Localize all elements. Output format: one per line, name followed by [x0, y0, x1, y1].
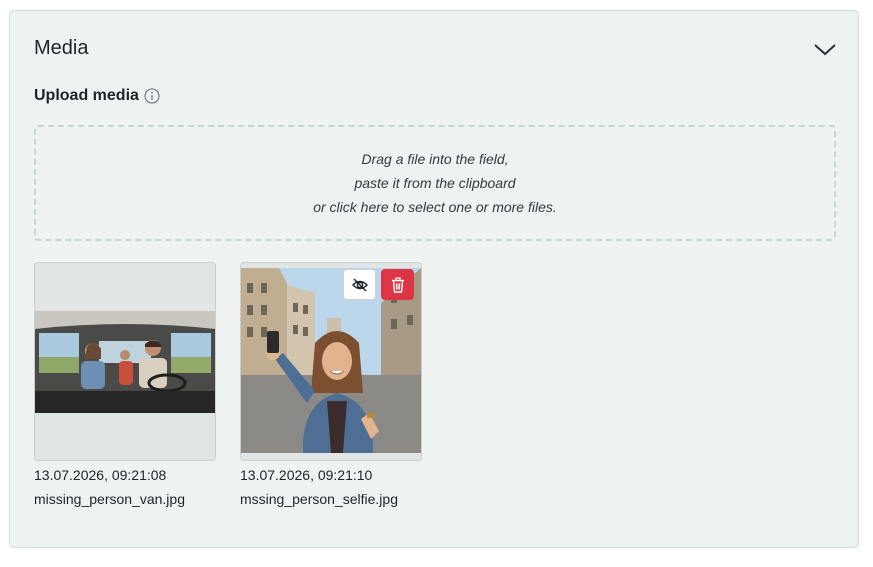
- van-photo-image: [35, 263, 215, 460]
- upload-media-label: Upload media: [34, 87, 160, 105]
- media-filename: missing_person_van.jpg: [34, 491, 185, 507]
- eye-slash-icon: [351, 277, 368, 292]
- media-date: 13.07.2026, 09:21:10: [240, 467, 373, 483]
- section-title: Media: [34, 37, 89, 59]
- media-thumbnail-van[interactable]: [34, 262, 216, 461]
- upload-media-label-text: Upload media: [34, 87, 139, 104]
- chevron-down-icon: [814, 44, 836, 56]
- dropzone-line-2: paste it from the clipboard: [354, 175, 516, 191]
- media-panel: Media Upload media Drag a file into the …: [9, 10, 859, 548]
- collapse-button[interactable]: [812, 39, 838, 59]
- hide-button[interactable]: [343, 269, 376, 300]
- media-filename: mssing_person_selfie.jpg: [240, 491, 398, 507]
- info-icon[interactable]: [144, 88, 160, 104]
- trash-icon: [391, 276, 404, 293]
- file-dropzone[interactable]: Drag a file into the field, paste it fro…: [34, 125, 836, 241]
- dropzone-line-3: or click here to select one or more file…: [313, 199, 557, 215]
- dropzone-line-1: Drag a file into the field,: [361, 151, 509, 167]
- delete-button[interactable]: [381, 269, 414, 300]
- media-date: 13.07.2026, 09:21:08: [34, 467, 167, 483]
